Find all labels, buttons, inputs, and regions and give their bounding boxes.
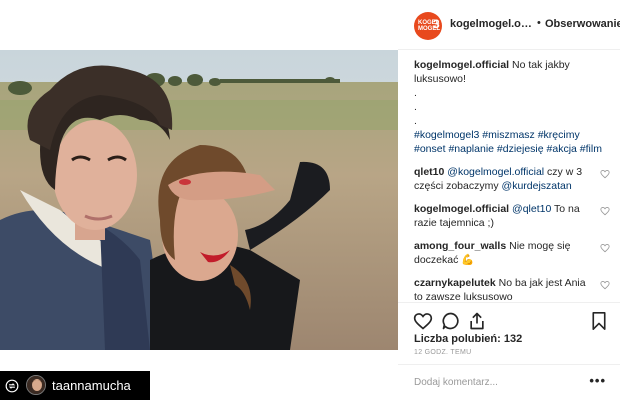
add-comment-input[interactable] xyxy=(414,377,584,388)
account-avatar[interactable]: KOGEL MOGEL 3 xyxy=(414,12,442,40)
selfie-image xyxy=(0,50,398,350)
repost-credit: taannamucha xyxy=(0,371,150,400)
post-actions xyxy=(398,302,620,336)
credit-avatar xyxy=(26,375,46,395)
credit-avatar-image xyxy=(27,376,45,394)
comments-list: kogelmogel.official No tak jakby luksuso… xyxy=(414,58,610,304)
caption-hashtags[interactable]: #kogelmogel3 #miszmasz #kręcimy #onset #… xyxy=(414,128,610,156)
header-separator: • xyxy=(537,17,541,29)
like-comment-heart-icon[interactable] xyxy=(600,206,610,216)
bookmark-icon[interactable] xyxy=(590,311,608,331)
post-header: KOGEL MOGEL 3 kogelmogel.official • Obse… xyxy=(398,0,620,50)
caption-username[interactable]: kogelmogel.official xyxy=(414,59,509,71)
follow-button[interactable]: Obserwowanie xyxy=(545,18,620,30)
comment-mention[interactable]: @kogelmogel.official xyxy=(447,166,544,178)
post-side-panel: KOGEL MOGEL 3 kogelmogel.official • Obse… xyxy=(398,0,620,400)
comment: qlet10 @kogelmogel.official czy w 3 częś… xyxy=(414,165,610,193)
like-comment-heart-icon[interactable] xyxy=(600,243,610,253)
comment-username[interactable]: qlet10 xyxy=(414,166,444,178)
credit-username: taannamucha xyxy=(52,378,131,393)
like-comment-heart-icon[interactable] xyxy=(600,280,610,290)
post-photo[interactable] xyxy=(0,50,398,350)
comment-username[interactable]: among_four_walls xyxy=(414,240,506,252)
share-icon[interactable] xyxy=(467,311,487,331)
comment-mention[interactable]: @kurdejszatan xyxy=(502,180,572,192)
comment: czarnykapelutek No ba jak jest Ania to z… xyxy=(414,276,610,304)
comment-mention[interactable]: @qlet10 xyxy=(512,203,551,215)
caption-dot-3: . xyxy=(414,115,417,127)
post-caption: kogelmogel.official No tak jakby luksuso… xyxy=(414,58,610,156)
comment: kogelmogel.official @qlet10 To na razie … xyxy=(414,202,610,230)
header-username[interactable]: kogelmogel.official xyxy=(450,18,534,30)
comment-username[interactable]: czarnykapelutek xyxy=(414,277,496,289)
caption-dot-2: . xyxy=(414,101,417,113)
add-comment-bar: ••• xyxy=(398,364,620,400)
comment-username[interactable]: kogelmogel.official xyxy=(414,203,509,215)
heart-icon[interactable] xyxy=(413,311,433,331)
comment-icon[interactable] xyxy=(441,311,461,331)
like-comment-heart-icon[interactable] xyxy=(600,169,610,179)
post-timestamp: 12 GODZ. TEMU xyxy=(414,349,472,356)
comment: among_four_walls Nie mogę się doczekać 💪 xyxy=(414,239,610,267)
avatar-text-3: 3 xyxy=(433,17,440,31)
caption-dot-1: . xyxy=(414,87,417,99)
likes-count[interactable]: Liczba polubień: 132 xyxy=(414,333,522,345)
repost-icon xyxy=(5,379,19,393)
more-options-button[interactable]: ••• xyxy=(589,373,606,388)
